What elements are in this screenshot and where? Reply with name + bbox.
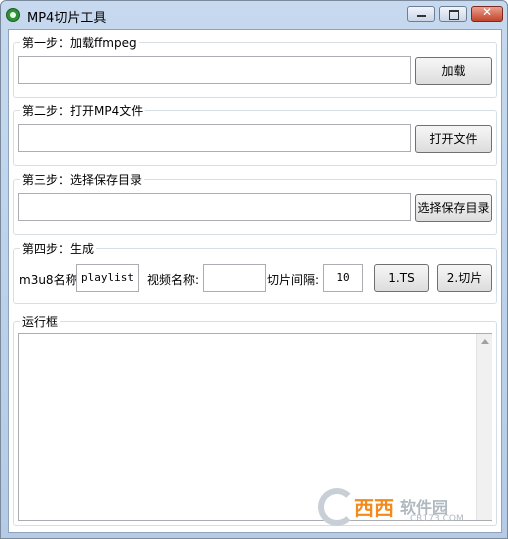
log-title: 运行框 bbox=[20, 313, 61, 330]
watermark-brand: 西西 bbox=[354, 496, 394, 520]
load-ffmpeg-button[interactable]: 加载 bbox=[415, 57, 492, 85]
choose-save-dir-button[interactable]: 选择保存目录 bbox=[415, 194, 492, 222]
app-logo-icon bbox=[6, 8, 20, 22]
step4-group: 第四步：生成 m3u8名称: playlist 视频名称: 切片间隔: 10 1… bbox=[13, 240, 497, 304]
ts-button[interactable]: 1.TS bbox=[374, 264, 429, 292]
close-icon: ✕ bbox=[481, 5, 493, 19]
step3-group: 第三步：选择保存目录 选择保存目录 bbox=[13, 171, 497, 235]
step4-title: 第四步：生成 bbox=[20, 240, 97, 257]
mp4-path-input[interactable] bbox=[18, 124, 411, 152]
maximize-icon bbox=[449, 10, 459, 20]
step2-group: 第二步：打开MP4文件 打开文件 bbox=[13, 102, 497, 166]
minimize-button[interactable] bbox=[407, 6, 435, 22]
maximize-button[interactable] bbox=[439, 6, 467, 22]
m3u8-name-label: m3u8名称: bbox=[19, 273, 82, 287]
slice-interval-label: 切片间隔: bbox=[267, 273, 320, 287]
save-dir-input[interactable] bbox=[18, 193, 411, 221]
watermark-logo-icon bbox=[318, 488, 356, 526]
step2-title: 第二步：打开MP4文件 bbox=[20, 102, 146, 119]
window-title: MP4切片工具 bbox=[27, 11, 107, 26]
app-window: MP4切片工具 ✕ 第一步：加载ffmpeg 加载 第二步：打开MP4文件 打开… bbox=[0, 0, 508, 539]
client-area: 第一步：加载ffmpeg 加载 第二步：打开MP4文件 打开文件 第三步：选择保… bbox=[8, 29, 502, 533]
scroll-up-icon[interactable] bbox=[481, 339, 489, 344]
step1-title: 第一步：加载ffmpeg bbox=[20, 34, 139, 51]
open-file-button[interactable]: 打开文件 bbox=[415, 125, 492, 153]
ffmpeg-path-input[interactable] bbox=[18, 56, 411, 84]
step1-group: 第一步：加载ffmpeg 加载 bbox=[13, 34, 497, 98]
watermark: 西西 软件园 CR173.COM bbox=[318, 486, 506, 534]
watermark-domain: CR173.COM bbox=[410, 514, 464, 524]
video-name-input[interactable] bbox=[203, 264, 266, 292]
m3u8-name-input[interactable]: playlist bbox=[76, 264, 139, 292]
slice-button[interactable]: 2.切片 bbox=[437, 264, 492, 292]
minimize-icon bbox=[417, 15, 426, 17]
step3-title: 第三步：选择保存目录 bbox=[20, 171, 145, 188]
slice-interval-input[interactable]: 10 bbox=[323, 264, 363, 292]
close-button[interactable]: ✕ bbox=[471, 5, 503, 22]
video-name-label: 视频名称: bbox=[147, 273, 200, 287]
title-bar[interactable]: MP4切片工具 ✕ bbox=[1, 1, 507, 29]
